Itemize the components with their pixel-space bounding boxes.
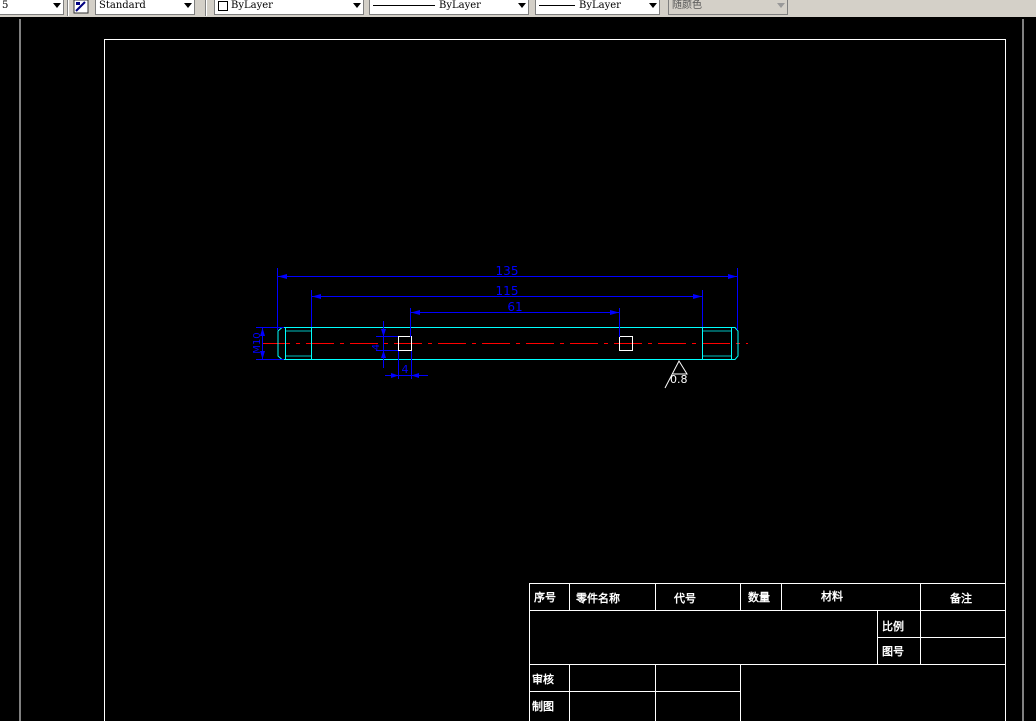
linetype-preview-icon — [373, 5, 435, 6]
lineweight2-value: ByLayer — [579, 0, 621, 11]
dim-text-135: 135 — [496, 264, 519, 278]
tb-reviewer-label: 审核 — [532, 672, 554, 686]
dim-text-115: 115 — [496, 284, 519, 298]
lineweight-preview-icon — [539, 5, 575, 6]
linetype-value: ByLayer — [439, 0, 481, 11]
color-dropdown[interactable]: ByLayer — [214, 0, 364, 15]
text-style-dropdown[interactable]: Standard — [95, 0, 195, 15]
toolbar-separator — [205, 0, 207, 16]
roughness-value: 0.8 — [670, 373, 688, 386]
text-style-icon[interactable] — [73, 0, 89, 14]
toolbar-separator — [67, 0, 69, 16]
lineweight-dropdown[interactable]: 5 — [0, 0, 64, 15]
tb-quantity: 数量 — [748, 590, 770, 604]
chevron-down-icon — [184, 3, 192, 8]
plotstyle-dropdown[interactable]: 随颜色 — [668, 0, 788, 15]
tb-code: 代号 — [673, 591, 696, 605]
color-value: ByLayer — [231, 0, 273, 11]
lineweight2-dropdown[interactable]: ByLayer — [535, 0, 660, 15]
chevron-down-icon — [53, 3, 61, 8]
chevron-down-icon — [649, 3, 657, 8]
plotstyle-value: 随颜色 — [672, 0, 702, 11]
drawing-svg: 135 115 61 M10 4 4 0.8 序号 零件名称 代号 数量 材料 … — [19, 19, 1024, 721]
tb-drawing-no-label: 图号 — [882, 645, 904, 658]
tb-drafter-label: 制图 — [532, 699, 554, 713]
tb-seq: 序号 — [534, 590, 556, 604]
tb-part-name: 零件名称 — [575, 591, 620, 605]
lineweight-value: 5 — [2, 0, 9, 11]
tb-material: 材料 — [821, 589, 843, 603]
color-swatch-icon — [218, 0, 228, 11]
drawing-border — [104, 39, 1006, 721]
chevron-down-icon — [777, 3, 785, 8]
chevron-down-icon — [518, 3, 526, 8]
chevron-down-icon — [353, 3, 361, 8]
tb-remarks: 备注 — [949, 591, 972, 605]
tb-scale-label: 比例 — [882, 619, 904, 633]
dim-text-4v: 4 — [371, 344, 382, 350]
properties-toolbar: 5 Standard ByLayer ByLayer ByLayer 随颜色 — [0, 0, 1036, 18]
title-block-text: 序号 零件名称 代号 数量 材料 备注 比例 图号 审核 制图 — [532, 589, 972, 713]
dim-text-4h: 4 — [402, 363, 409, 376]
drawing-canvas[interactable]: 135 115 61 M10 4 4 0.8 序号 零件名称 代号 数量 材料 … — [0, 17, 1036, 721]
dim-text-61: 61 — [507, 300, 522, 314]
text-style-value: Standard — [99, 0, 146, 11]
linetype-dropdown[interactable]: ByLayer — [369, 0, 529, 15]
dim-text-m10: M10 — [252, 332, 263, 353]
